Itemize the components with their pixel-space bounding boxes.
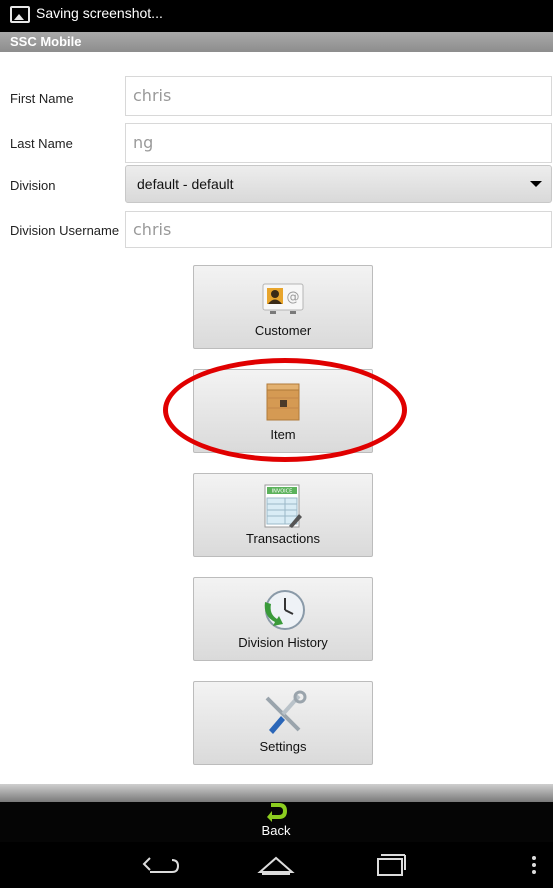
- nav-home-icon[interactable]: [256, 850, 296, 880]
- division-select[interactable]: default - default: [125, 165, 552, 203]
- invoice-icon-text: INVOICE: [272, 489, 293, 495]
- nav-back-icon[interactable]: [142, 850, 182, 880]
- bottom-action-bar: Back: [0, 802, 553, 842]
- nav-recents-icon[interactable]: [370, 850, 410, 880]
- nav-menu-icon[interactable]: [522, 850, 546, 880]
- settings-label: Settings: [259, 739, 307, 754]
- transactions-label: Transactions: [246, 531, 320, 546]
- customer-button[interactable]: @ Customer: [193, 265, 373, 349]
- division-username-field[interactable]: chris: [125, 211, 552, 248]
- system-nav-bar: [0, 842, 553, 888]
- back-arrow-icon: [267, 803, 287, 822]
- settings-tools-icon: [265, 690, 307, 734]
- first-name-field[interactable]: chris: [125, 76, 552, 116]
- last-name-label: Last Name: [10, 136, 73, 151]
- invoice-icon: INVOICE: [264, 484, 302, 528]
- settings-button[interactable]: Settings: [193, 681, 373, 765]
- highlight-circle: [163, 358, 407, 462]
- bottom-bar-divider: [0, 784, 553, 802]
- status-bar: Saving screenshot...: [0, 0, 553, 32]
- customer-label: Customer: [254, 323, 312, 338]
- app-title: SSC Mobile: [10, 34, 82, 49]
- last-name-field[interactable]: ng: [125, 123, 552, 163]
- division-history-label: Division History: [238, 635, 328, 650]
- app-title-bar: SSC Mobile: [0, 32, 553, 52]
- picture-icon: [10, 6, 30, 23]
- customer-card-icon: @: [262, 283, 304, 314]
- transactions-button[interactable]: INVOICE Transactions: [193, 473, 373, 557]
- division-selected-value: default - default: [137, 176, 234, 192]
- dropdown-arrow-icon: [530, 181, 542, 187]
- svg-text:@: @: [287, 290, 300, 305]
- status-notification-text: Saving screenshot...: [36, 5, 163, 21]
- division-username-label: Division Username: [10, 223, 120, 238]
- division-history-button[interactable]: Division History: [193, 577, 373, 661]
- history-clock-icon: [264, 590, 305, 630]
- division-label: Division: [10, 178, 56, 193]
- first-name-label: First Name: [10, 91, 74, 106]
- back-button[interactable]: Back: [246, 802, 306, 842]
- back-label: Back: [261, 823, 291, 838]
